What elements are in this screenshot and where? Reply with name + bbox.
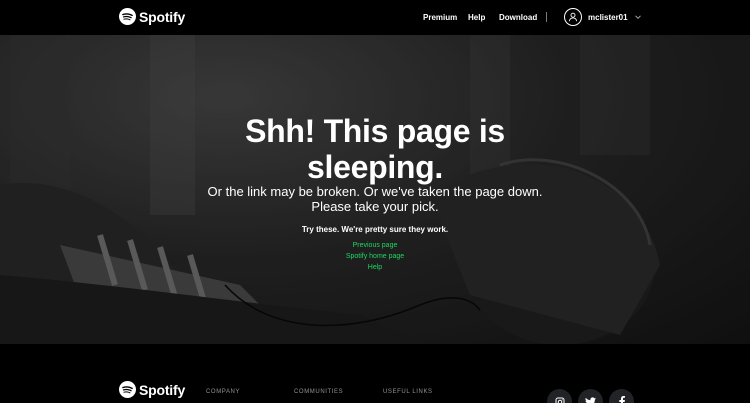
avatar[interactable] xyxy=(564,8,582,26)
nav-help-link[interactable]: Help xyxy=(468,13,485,22)
nav-divider xyxy=(546,12,547,22)
nav-premium-link[interactable]: Premium xyxy=(423,13,457,22)
footer-column-company: COMPANY xyxy=(206,389,241,395)
nav-item-premium[interactable]: Premium xyxy=(423,0,457,35)
title-line-2: sleeping. xyxy=(306,149,443,185)
error-subtitle: Or the link may be broken. Or we've take… xyxy=(0,184,750,214)
footer-column-communities: COMMUNITIES xyxy=(294,389,344,395)
footer-spotify-logo[interactable]: Spotify xyxy=(119,381,185,398)
hero-section: Shh! This page is sleeping. Or the link … xyxy=(0,35,750,344)
user-icon xyxy=(568,12,578,22)
nav-download-link[interactable]: Download xyxy=(499,13,537,22)
nav-item-download[interactable]: Download xyxy=(499,0,537,35)
username[interactable]: mclister01 xyxy=(588,13,628,22)
suggestions-label: Try these. We're pretty sure they work. xyxy=(301,225,449,234)
suggestion-links: Previous page Spotify home page Help xyxy=(0,240,750,273)
previous-page-link[interactable]: Previous page xyxy=(0,240,750,251)
chevron-down-icon[interactable] xyxy=(634,13,642,21)
brand-wordmark: Spotify xyxy=(139,8,186,25)
home-page-link[interactable]: Spotify home page xyxy=(0,251,750,262)
facebook-icon xyxy=(618,396,625,403)
footer-brand-wordmark: Spotify xyxy=(139,381,186,398)
spotify-logo-icon xyxy=(119,381,136,398)
spotify-logo-icon xyxy=(119,8,136,25)
facebook-button[interactable] xyxy=(609,389,634,403)
footer-column-useful-links: USEFUL LINKS xyxy=(383,389,433,395)
instagram-icon xyxy=(555,397,564,403)
instagram-button[interactable] xyxy=(547,389,572,403)
spotify-logo[interactable]: Spotify xyxy=(119,8,185,25)
error-message: Shh! This page is sleeping. Or the link … xyxy=(0,35,750,344)
nav-item-help[interactable]: Help xyxy=(468,0,485,35)
subtitle-line-2: Please take your pick. xyxy=(311,199,439,214)
twitter-button[interactable] xyxy=(578,389,603,403)
page-title: Shh! This page is sleeping. xyxy=(0,113,750,185)
user-menu[interactable]: mclister01 xyxy=(564,8,642,26)
help-link[interactable]: Help xyxy=(0,262,750,273)
top-navbar: Spotify Premium Help Download mclister01 xyxy=(0,0,750,35)
twitter-icon xyxy=(585,396,596,403)
title-line-1: Shh! This page is xyxy=(245,113,505,149)
subtitle-line-1: Or the link may be broken. Or we've take… xyxy=(207,184,543,199)
footer: Spotify COMPANY COMMUNITIES USEFUL LINKS xyxy=(0,344,750,403)
